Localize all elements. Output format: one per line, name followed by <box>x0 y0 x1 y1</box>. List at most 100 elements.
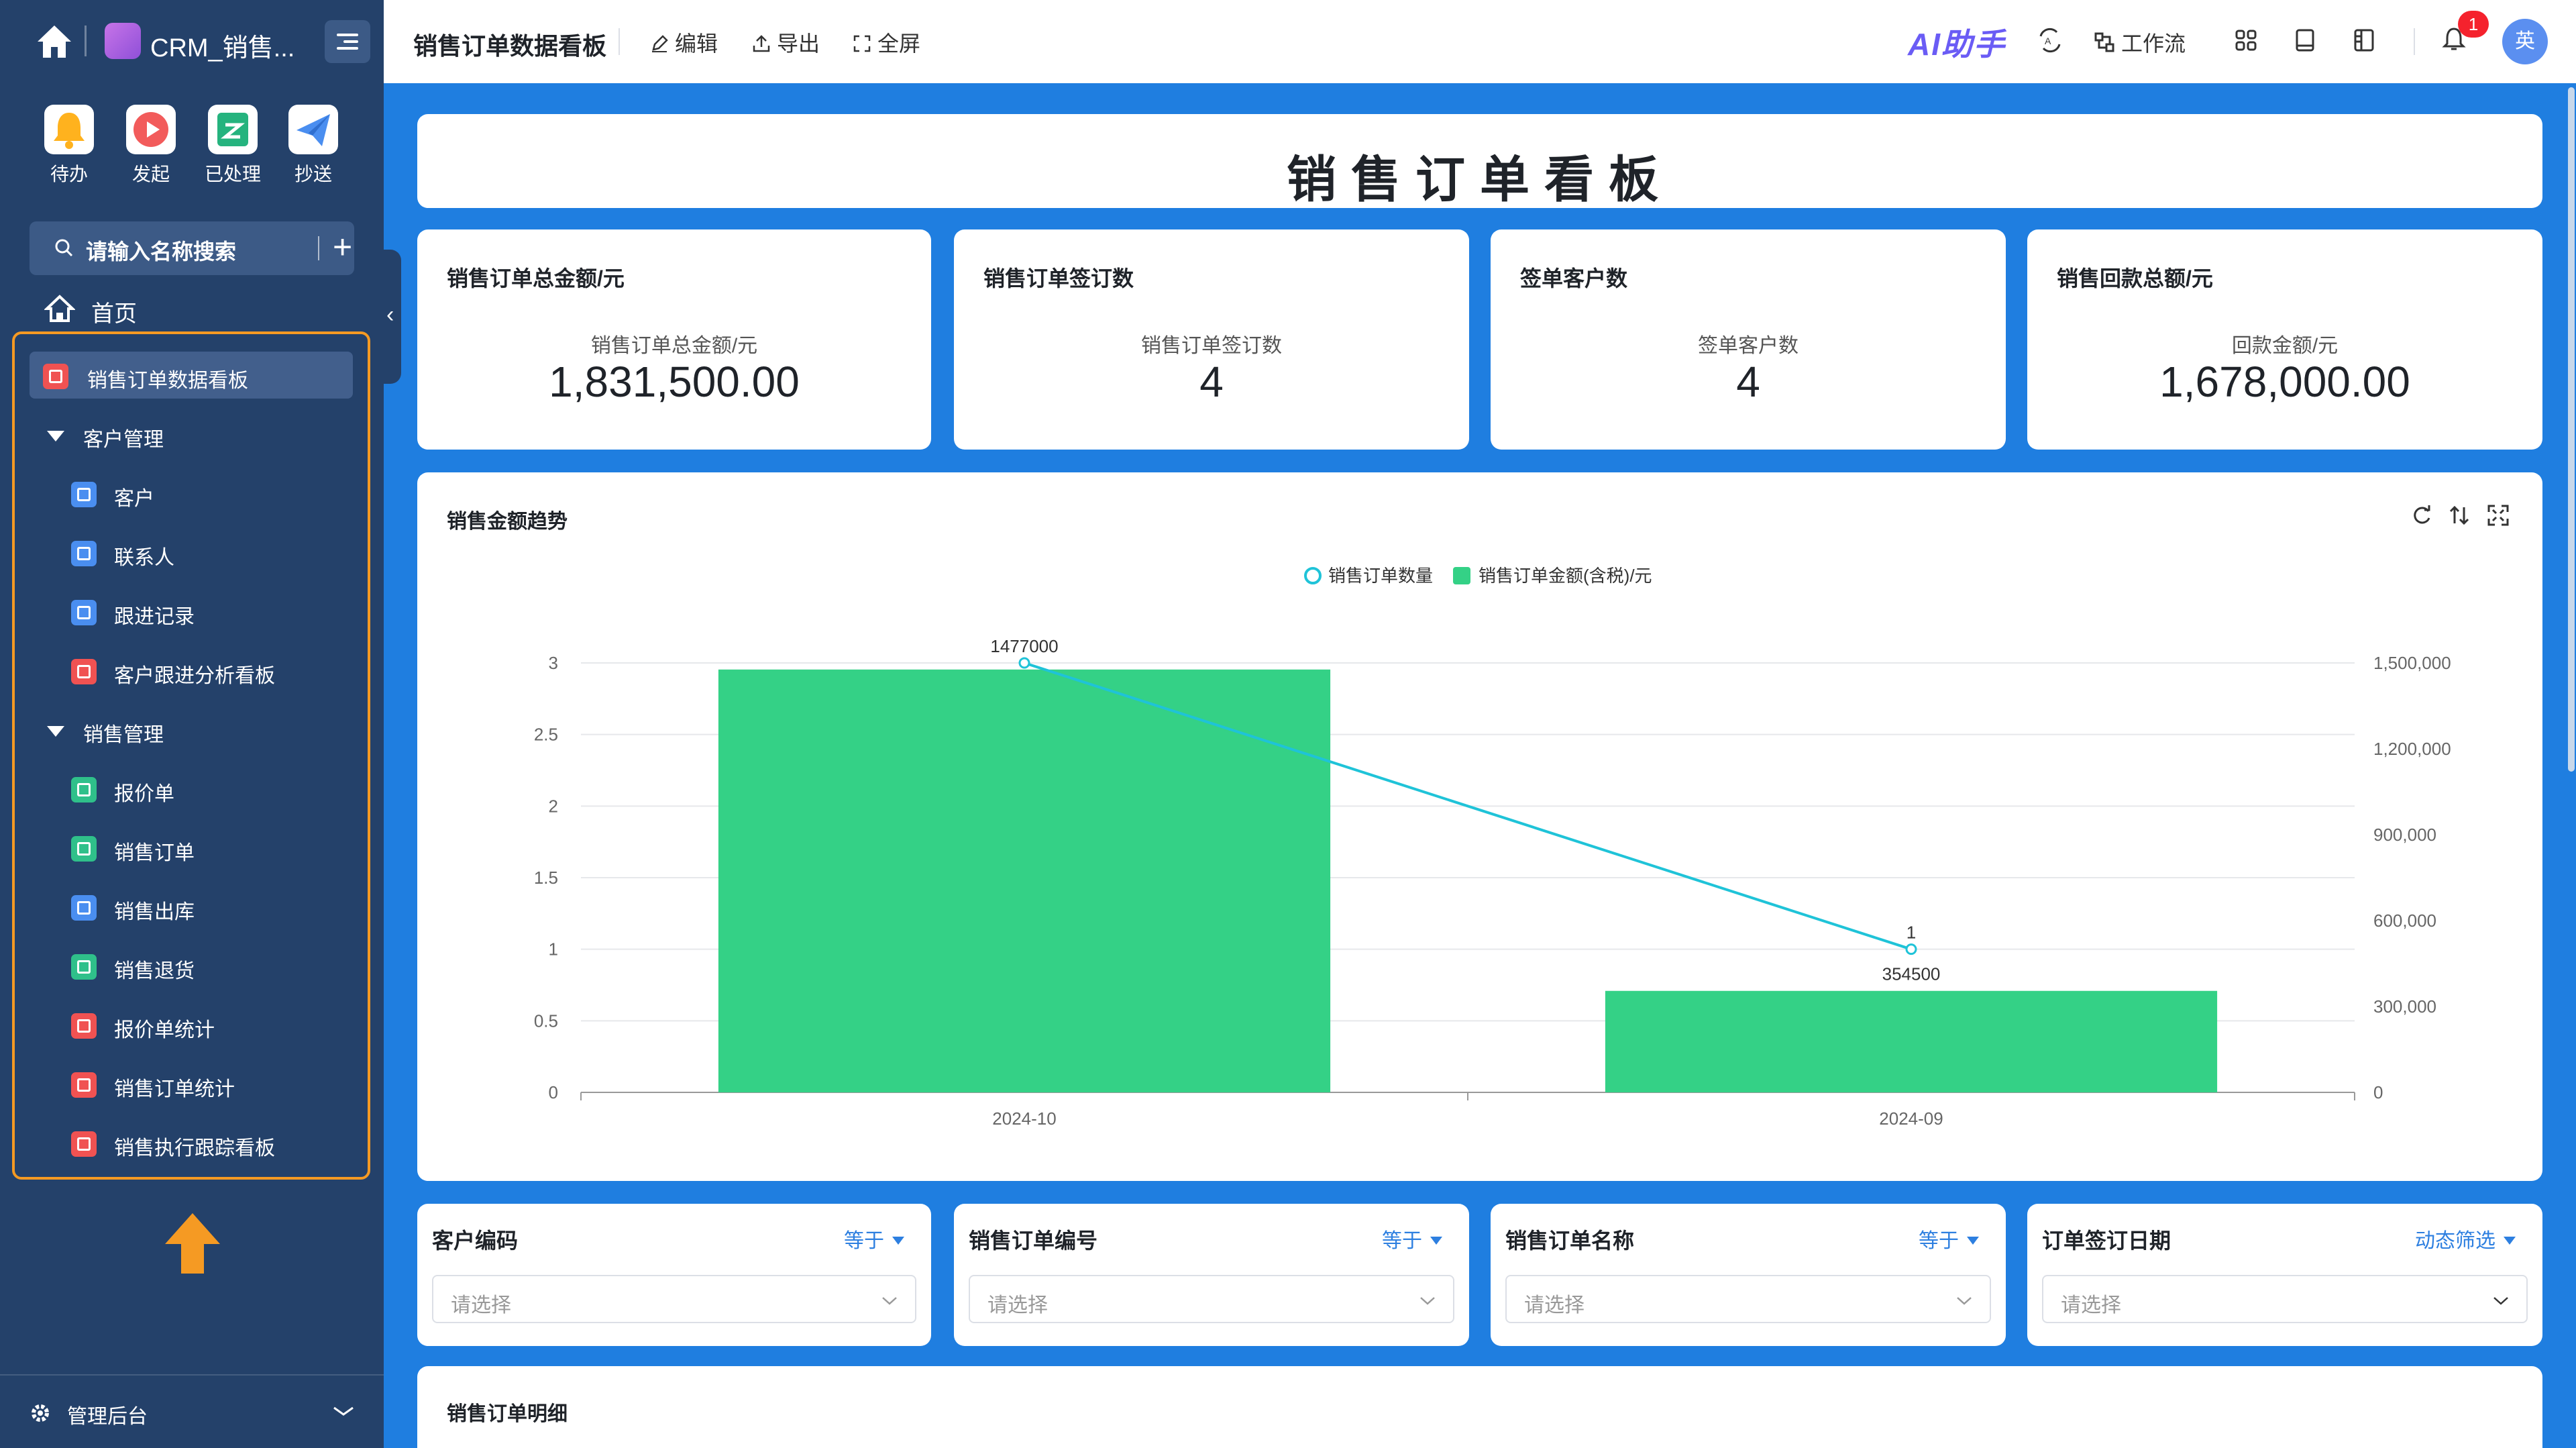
fullscreen-label: 全屏 <box>877 32 921 56</box>
form-icon <box>71 541 97 566</box>
filter-operator-dropdown[interactable]: 等于 <box>1382 1224 1442 1253</box>
layout-icon[interactable] <box>2351 27 2377 54</box>
fullscreen-icon <box>853 35 871 52</box>
nav-item-quote-stats[interactable]: 报价单统计 <box>30 1001 353 1048</box>
nav-item-sales-outbound[interactable]: 销售出库 <box>30 883 353 930</box>
kpi-title: 销售订单签订数 <box>983 266 1134 291</box>
translate-icon[interactable]: A <box>2037 27 2063 54</box>
nav-item-label: 报价单统计 <box>114 1019 215 1041</box>
expand-icon[interactable] <box>2486 503 2510 527</box>
dashboard-icon <box>71 1131 97 1157</box>
apps-grid-icon[interactable] <box>2233 27 2259 54</box>
board-title-card: 销售订单看板 <box>417 114 2542 208</box>
nav-group-sales[interactable]: 销售管理 <box>30 706 353 753</box>
edit-label: 编辑 <box>675 32 718 56</box>
chart-card: 0 0.5 1 1.5 2 2.5 3 0 300,000 600,000 900,000 1,200… <box>417 472 2542 1181</box>
menu-toggle-button[interactable] <box>325 20 370 63</box>
filter-select[interactable]: 请选择 <box>2042 1275 2528 1323</box>
nav-item-execution-dashboard[interactable]: 销售执行跟踪看板 <box>30 1119 353 1166</box>
edit-button[interactable]: 编辑 <box>649 27 718 58</box>
nav-group-customer[interactable]: 客户管理 <box>30 411 353 458</box>
filter-placeholder: 请选择 <box>987 1294 1048 1316</box>
dashboard-icon <box>71 1013 97 1039</box>
flow-form-icon <box>71 836 97 862</box>
caret-down-icon <box>47 431 64 442</box>
nav-item-label: 报价单 <box>114 783 174 805</box>
y-left-tick-label: 0 <box>549 1082 558 1102</box>
nav-group-label: 销售管理 <box>83 724 164 746</box>
scrollbar-thumb[interactable] <box>2568 87 2575 772</box>
dashboard-icon <box>71 1072 97 1098</box>
nav-item-followup[interactable]: 跟进记录 <box>30 588 353 635</box>
y-right-tick-label: 900,000 <box>2373 825 2436 845</box>
expand-icon[interactable] <box>330 1401 357 1421</box>
filter-label: 订单签订日期 <box>2042 1229 2171 1253</box>
chevron-down-icon <box>882 1297 897 1305</box>
nav-item-sales-dashboard[interactable]: 销售订单数据看板 <box>30 352 353 399</box>
y-left-tick-label: 1 <box>549 939 558 960</box>
legend-label: 销售订单金额(含税)/元 <box>1479 566 1652 586</box>
quick-action-todo[interactable]: 待办 <box>32 105 106 187</box>
nav-item-customer[interactable]: 客户 <box>30 470 353 517</box>
nav-item-followup-dashboard[interactable]: 客户跟进分析看板 <box>30 647 353 694</box>
fullscreen-button[interactable]: 全屏 <box>852 27 920 58</box>
page-scrollbar[interactable] <box>2567 83 2576 1448</box>
quick-action-cc[interactable]: 抄送 <box>276 105 350 187</box>
sort-icon[interactable] <box>2447 503 2471 527</box>
kpi-value: 4 <box>1199 358 1224 406</box>
nav-item-label: 跟进记录 <box>114 606 195 628</box>
quick-action-start[interactable]: 发起 <box>114 105 188 187</box>
form-icon <box>71 895 97 921</box>
nav-item-quote[interactable]: 报价单 <box>30 765 353 812</box>
kpi-subtitle: 销售订单签订数 <box>1141 335 1282 357</box>
line-point <box>1905 943 1917 955</box>
refresh-icon[interactable] <box>2410 503 2434 527</box>
filter-label: 销售订单名称 <box>1505 1229 1635 1253</box>
filter-select[interactable]: 请选择 <box>969 1275 1454 1323</box>
filter-operator-dropdown[interactable]: 等于 <box>1919 1224 1979 1253</box>
legend-bar-marker <box>1453 567 1470 584</box>
kpi-title: 销售订单总金额/元 <box>447 266 625 291</box>
admin-backend[interactable]: 管理后台 <box>0 1374 384 1448</box>
nav-item-label: 销售出库 <box>114 901 195 923</box>
quick-action-processed[interactable]: 已处理 <box>196 105 270 187</box>
detail-title: 销售订单明细 <box>447 1403 568 1425</box>
search-icon <box>55 239 73 257</box>
app-icon <box>105 23 141 59</box>
chevron-down-icon <box>1420 1297 1435 1305</box>
nav-item-order-stats[interactable]: 销售订单统计 <box>30 1060 353 1107</box>
app-title[interactable]: CRM_销售... <box>150 27 294 64</box>
kpi-value: 1,831,500.00 <box>549 358 800 406</box>
nav-item-label: 销售订单统计 <box>114 1078 235 1100</box>
filter-select[interactable]: 请选择 <box>1505 1275 1991 1323</box>
kpi-subtitle: 销售订单总金额/元 <box>590 335 758 357</box>
nav-item-contact[interactable]: 联系人 <box>30 529 353 576</box>
nav-item-sales-order[interactable]: 销售订单 <box>30 824 353 871</box>
quick-action-label: 待办 <box>50 164 88 185</box>
filter-select[interactable]: 请选择 <box>432 1275 916 1323</box>
sidebar-search[interactable]: 请输入名称搜索 + <box>30 221 354 275</box>
nav-item-sales-return[interactable]: 销售退货 <box>30 942 353 989</box>
kpi-card-customer-count: 签单客户数 签单客户数 4 <box>1491 229 2006 450</box>
add-icon[interactable]: + <box>333 228 352 266</box>
home-icon[interactable] <box>35 23 74 60</box>
sidebar-collapse-handle[interactable]: ‹ <box>384 250 401 384</box>
ai-assistant-button[interactable]: AI助手 <box>1908 20 2006 64</box>
quick-action-label: 已处理 <box>204 164 261 185</box>
search-input[interactable]: 请输入名称搜索 <box>86 235 236 266</box>
filter-operator-dropdown[interactable]: 等于 <box>844 1224 904 1253</box>
filter-operator-dropdown[interactable]: 动态筛选 <box>2415 1224 2516 1253</box>
book-icon[interactable] <box>2292 27 2318 54</box>
avatar[interactable]: 英 <box>2502 19 2548 64</box>
y-left-tick-label: 1.5 <box>534 868 558 888</box>
y-left-tick-label: 2 <box>549 796 558 816</box>
svg-text:A: A <box>2045 36 2051 46</box>
workflow-button[interactable]: 工作流 <box>2093 27 2186 58</box>
page-title: 销售订单数据看板 <box>413 32 607 60</box>
export-button[interactable]: 导出 <box>751 27 820 58</box>
board-title: 销售订单看板 <box>1287 152 1673 207</box>
export-icon <box>753 35 770 52</box>
legend-label: 销售订单数量 <box>1328 566 1433 586</box>
legend-line-marker <box>1304 567 1322 584</box>
kpi-card-order-count: 销售订单签订数 销售订单签订数 4 <box>954 229 1469 450</box>
